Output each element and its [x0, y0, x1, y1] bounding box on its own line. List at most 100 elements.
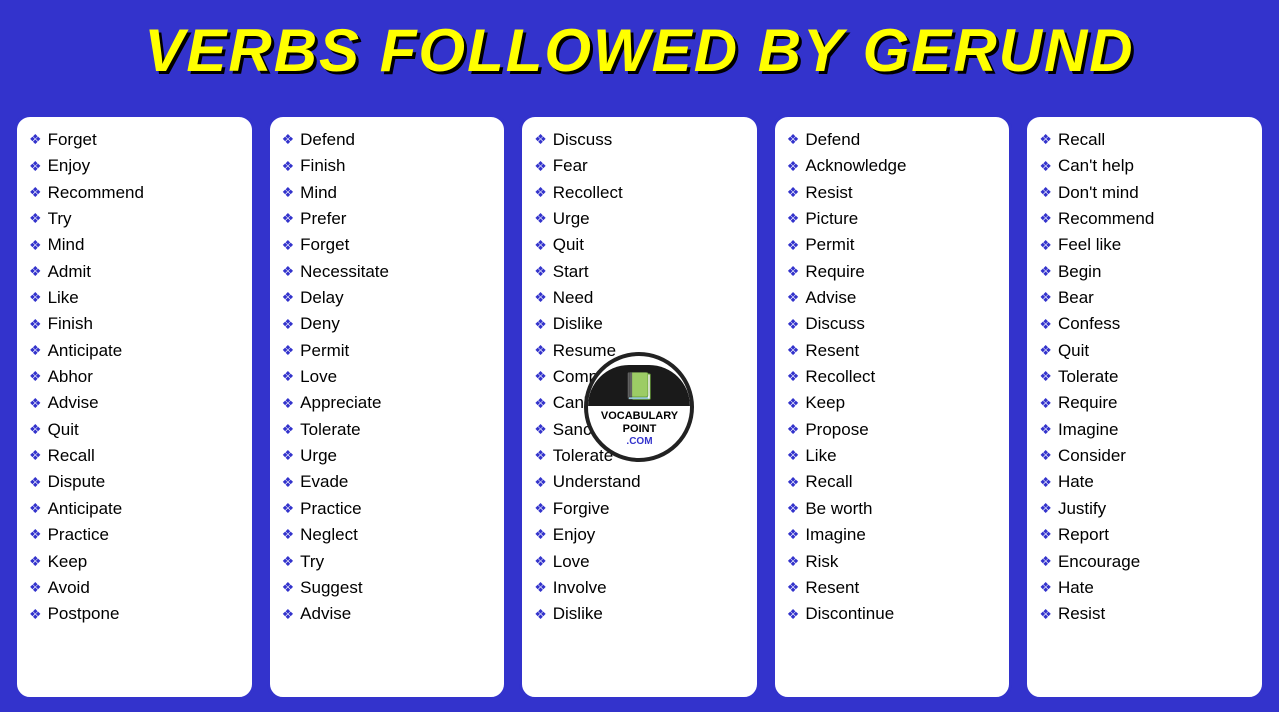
diamond-icon: ❖: [1039, 235, 1052, 257]
word-label: Recall: [48, 443, 95, 469]
word-label: Keep: [805, 390, 845, 416]
list-item: ❖ Anticipate: [29, 338, 244, 364]
list-item: ❖Consider: [1039, 443, 1254, 469]
diamond-icon: ❖: [29, 208, 42, 230]
list-item: ❖Advise: [282, 601, 497, 627]
diamond-icon: ❖: [1039, 498, 1052, 520]
word-label: Advise: [48, 390, 99, 416]
list-item: ❖Resist: [787, 180, 1002, 206]
list-item: ❖ Justify: [1039, 496, 1254, 522]
list-item: ❖Defend: [282, 127, 497, 153]
word-label: Quit: [1058, 338, 1089, 364]
header: VERBS FOLLOWED BY GERUND: [0, 0, 1279, 102]
diamond-icon: ❖: [29, 235, 42, 257]
word-label: Admit: [48, 259, 91, 285]
word-label: Practice: [48, 522, 109, 548]
word-label: Justify: [1058, 496, 1106, 522]
list-item: ❖Discontinue: [787, 601, 1002, 627]
word-label: Recall: [1058, 127, 1105, 153]
word-label: Forgive: [553, 496, 610, 522]
list-item: ❖Be worth: [787, 496, 1002, 522]
word-label: Feel like: [1058, 232, 1121, 258]
list-item: ❖Abhor: [29, 364, 244, 390]
diamond-icon: ❖: [787, 524, 800, 546]
header-title: VERBS FOLLOWED BY GERUND: [30, 18, 1249, 84]
word-label: Like: [48, 285, 79, 311]
diamond-icon: ❖: [787, 129, 800, 151]
diamond-icon: ❖: [534, 551, 547, 573]
list-item: ❖Forget: [29, 127, 244, 153]
diamond-icon: ❖: [282, 577, 295, 599]
word-label: Picture: [805, 206, 858, 232]
diamond-icon: ❖: [534, 340, 547, 362]
word-label: Neglect: [300, 522, 358, 548]
diamond-icon: ❖: [787, 366, 800, 388]
word-label: Avoid: [48, 575, 90, 601]
diamond-icon: ❖: [282, 604, 295, 626]
list-item: ❖Try: [282, 549, 497, 575]
diamond-icon: ❖: [29, 340, 42, 362]
diamond-icon: ❖: [282, 366, 295, 388]
list-item: ❖Dislike: [534, 601, 749, 627]
diamond-icon: ❖: [534, 208, 547, 230]
word-label: Involve: [553, 575, 607, 601]
diamond-icon: ❖: [787, 156, 800, 178]
list-item: ❖Resent: [787, 338, 1002, 364]
diamond-icon: ❖: [29, 156, 42, 178]
diamond-icon: ❖: [282, 393, 295, 415]
diamond-icon: ❖: [1039, 314, 1052, 336]
word-label: Recommend: [48, 180, 144, 206]
diamond-icon: ❖: [534, 366, 547, 388]
list-item: ❖Encourage: [1039, 549, 1254, 575]
list-item: ❖Discuss: [787, 311, 1002, 337]
list-item: ❖Confess: [1039, 311, 1254, 337]
diamond-icon: ❖: [1039, 419, 1052, 441]
list-item: ❖Keep: [29, 549, 244, 575]
word-label: Recollect: [553, 180, 623, 206]
list-item: ❖Quit: [534, 232, 749, 258]
diamond-icon: ❖: [29, 498, 42, 520]
word-label: Like: [805, 443, 836, 469]
diamond-icon: ❖: [534, 314, 547, 336]
list-item: ❖Advise: [787, 285, 1002, 311]
word-label: Begin: [1058, 259, 1101, 285]
list-item: ❖Prefer: [282, 206, 497, 232]
diamond-icon: ❖: [1039, 261, 1052, 283]
diamond-icon: ❖: [787, 314, 800, 336]
list-item: ❖Propose: [787, 417, 1002, 443]
word-label: Evade: [300, 469, 348, 495]
word-label: Permit: [805, 232, 854, 258]
list-item: ❖Appreciate: [282, 390, 497, 416]
diamond-icon: ❖: [787, 235, 800, 257]
diamond-icon: ❖: [787, 182, 800, 204]
word-label: Dislike: [553, 601, 603, 627]
list-item: ❖Deny: [282, 311, 497, 337]
word-label: Risk: [805, 549, 838, 575]
word-label: Anticipate: [48, 338, 123, 364]
word-label: Forget: [300, 232, 349, 258]
diamond-icon: ❖: [534, 235, 547, 257]
diamond-icon: ❖: [29, 366, 42, 388]
list-item: ❖Postpone: [29, 601, 244, 627]
diamond-icon: ❖: [787, 208, 800, 230]
list-item: ❖Love: [282, 364, 497, 390]
word-label: Permit: [300, 338, 349, 364]
word-label: Need: [553, 285, 594, 311]
diamond-icon: ❖: [1039, 393, 1052, 415]
list-item: ❖Try: [29, 206, 244, 232]
diamond-icon: ❖: [1039, 366, 1052, 388]
diamond-icon: ❖: [534, 182, 547, 204]
list-item: ❖ Recollect: [534, 180, 749, 206]
column-1: ❖Forget❖Enjoy❖Recommend❖Try❖Mind❖Admit❖L…: [14, 114, 255, 700]
word-label: Tolerate: [1058, 364, 1118, 390]
list-item: ❖Recall: [29, 443, 244, 469]
word-label: Postpone: [48, 601, 120, 627]
list-item: ❖Anticipate: [29, 496, 244, 522]
word-label: Deny: [300, 311, 340, 337]
diamond-icon: ❖: [787, 419, 800, 441]
diamond-icon: ❖: [282, 551, 295, 573]
diamond-icon: ❖: [787, 472, 800, 494]
list-item: ❖Like: [29, 285, 244, 311]
diamond-icon: ❖: [1039, 445, 1052, 467]
list-item: ❖Imagine: [787, 522, 1002, 548]
